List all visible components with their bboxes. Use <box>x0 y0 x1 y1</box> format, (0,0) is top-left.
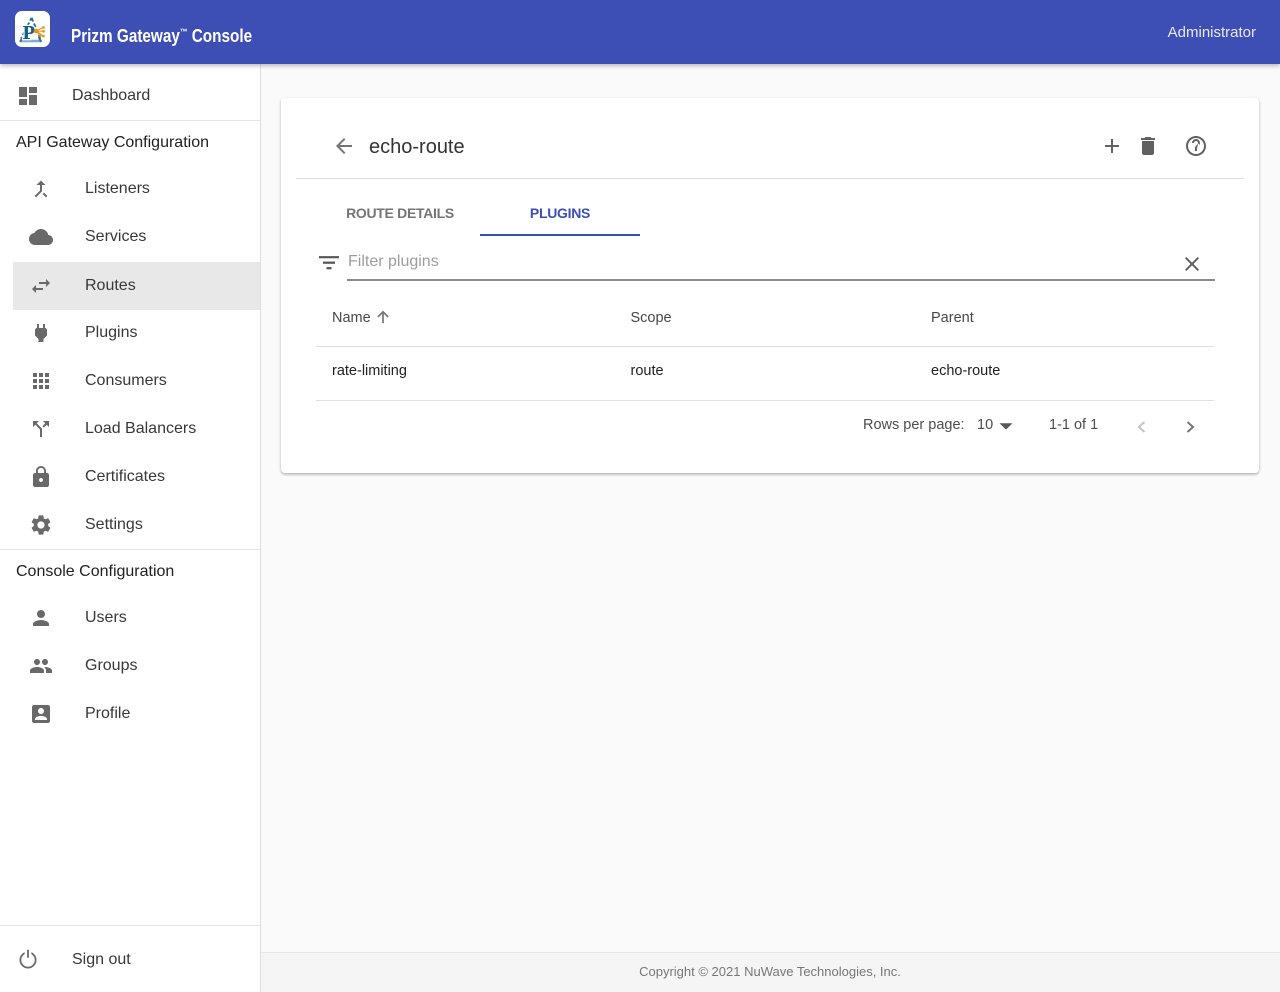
svg-text:P: P <box>23 22 35 44</box>
